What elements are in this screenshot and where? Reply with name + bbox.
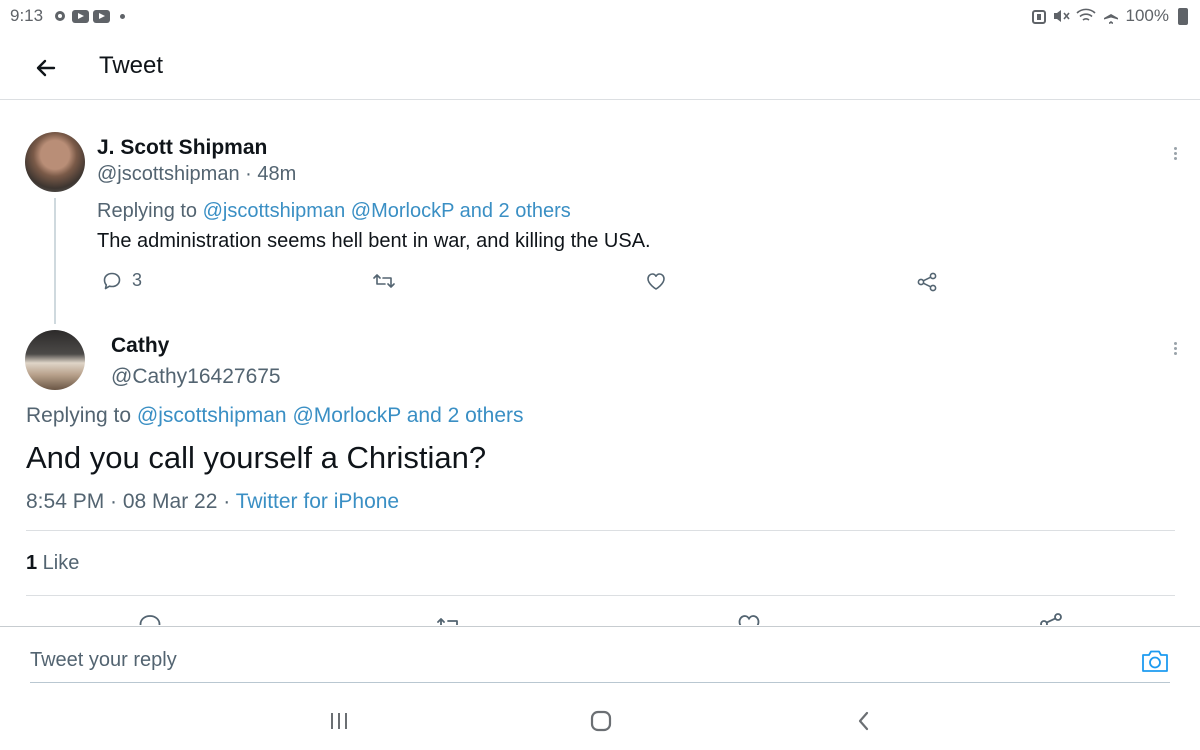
- camera-button[interactable]: [1140, 647, 1170, 675]
- share-icon: [917, 272, 937, 292]
- divider: [26, 595, 1175, 596]
- replying-to-mentions-link[interactable]: @jscottshipman @MorlockP and 2 others: [203, 200, 571, 222]
- reply-button[interactable]: 3: [102, 270, 142, 291]
- more-options-button[interactable]: [1170, 145, 1180, 165]
- retweet-icon: [373, 274, 395, 288]
- page-title: Tweet: [99, 52, 164, 79]
- settings-notification-icon: [55, 11, 65, 21]
- battery-icon: [1178, 7, 1188, 25]
- reply-icon: [103, 272, 121, 289]
- retweet-button[interactable]: [372, 271, 396, 291]
- more-options-button[interactable]: [1170, 340, 1180, 360]
- notification-icons: [52, 8, 125, 24]
- avatar[interactable]: [25, 132, 85, 192]
- thread-connector-line: [54, 198, 56, 324]
- author-name[interactable]: Cathy: [111, 334, 169, 358]
- tweet-metadata: 8:54 PM · 08 Mar 22 · Twitter for iPhone: [26, 490, 399, 514]
- app-header: Tweet: [0, 40, 1200, 100]
- likes-count-link[interactable]: 1 Like: [26, 552, 79, 575]
- replying-to: Replying to @jscottshipman @MorlockP and…: [97, 200, 571, 223]
- tweet-text: And you call yourself a Christian?: [26, 440, 487, 475]
- home-button[interactable]: [586, 706, 616, 736]
- reply-input[interactable]: [30, 645, 1170, 683]
- youtube-notification-icon: [72, 9, 89, 23]
- camera-icon: [1142, 650, 1168, 672]
- more-notifications-dot-icon: [120, 13, 125, 19]
- mute-icon: [1053, 10, 1070, 22]
- arrow-left-icon: [36, 59, 56, 77]
- tweet-timestamp: 8:54 PM · 08 Mar 22 ·: [26, 490, 236, 513]
- heart-icon: [647, 273, 665, 290]
- data-saver-icon: [1031, 10, 1046, 24]
- replying-to-label: Replying to: [97, 200, 203, 222]
- reply-count: 3: [132, 270, 143, 290]
- battery-percentage: 100%: [1125, 6, 1169, 25]
- tweet-source-link[interactable]: Twitter for iPhone: [236, 490, 399, 513]
- back-button[interactable]: [28, 50, 64, 86]
- wifi-icon: [1075, 8, 1096, 21]
- system-navigation-bar: [0, 696, 1200, 750]
- reply-icon[interactable]: [137, 613, 163, 625]
- youtube-notification-icon: [93, 9, 110, 23]
- status-time: 9:13: [10, 6, 44, 25]
- main-tweet-action-bar: [0, 597, 1200, 625]
- author-handle: @jscottshipman · 48m: [97, 163, 297, 185]
- system-status-icons: 100%: [1031, 6, 1188, 26]
- retweet-icon[interactable]: [435, 614, 463, 625]
- heart-icon[interactable]: [736, 613, 762, 625]
- divider: [26, 530, 1175, 531]
- like-button[interactable]: [645, 271, 667, 291]
- avatar[interactable]: [25, 330, 85, 390]
- share-icon[interactable]: [1038, 611, 1064, 625]
- status-bar: 9:13 100%: [0, 0, 1200, 32]
- reply-composer-bar: [0, 626, 1200, 696]
- nav-back-button[interactable]: [849, 706, 879, 736]
- home-icon: [590, 710, 612, 732]
- tweet-text: The administration seems hell bent in wa…: [97, 230, 651, 252]
- replying-to-label: Replying to: [26, 404, 137, 427]
- recents-button[interactable]: [324, 706, 354, 736]
- author-handle: @Cathy16427675: [111, 365, 281, 388]
- author-name[interactable]: J. Scott Shipman: [97, 136, 267, 160]
- like-count: 1: [26, 552, 38, 574]
- share-button[interactable]: [916, 271, 938, 293]
- replying-to-mentions-link[interactable]: @jscottshipman @MorlockP and 2 others: [137, 404, 524, 427]
- airplane-mode-icon: [1103, 9, 1118, 24]
- nav-back-icon: [858, 711, 869, 731]
- like-label: Like: [37, 552, 80, 574]
- recents-icon: [331, 713, 347, 729]
- replying-to: Replying to @jscottshipman @MorlockP and…: [26, 404, 524, 428]
